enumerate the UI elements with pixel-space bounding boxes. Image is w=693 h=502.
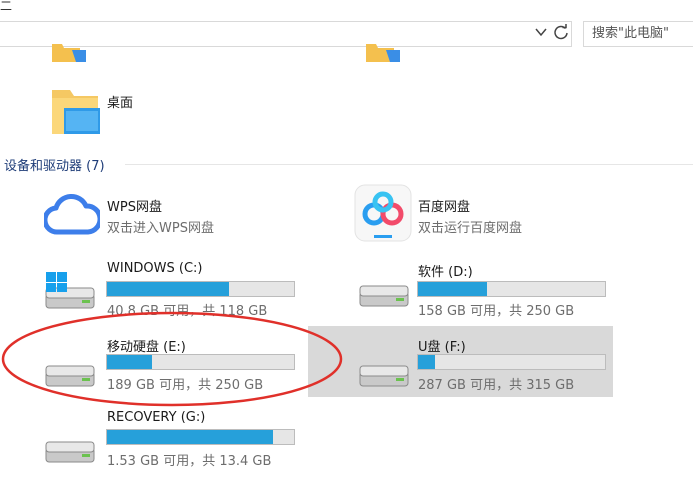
capacity-bar-fill [418, 282, 488, 296]
group-divider [125, 164, 693, 165]
window-title-fragment: 二 [0, 0, 13, 13]
tile-subtitle: 双击进入WPS网盘 [107, 221, 214, 236]
desktop-folder[interactable] [48, 84, 158, 140]
drive-usage: 287 GB 可用，共 315 GB [418, 378, 575, 393]
folder-icon[interactable] [360, 44, 400, 62]
address-row: 搜索"此电脑" [0, 17, 693, 51]
drive-usage: 189 GB 可用，共 250 GB [107, 378, 264, 393]
drive-label: WINDOWS (C:) [107, 261, 203, 276]
chevron-down-icon[interactable] [533, 24, 549, 40]
search-input[interactable]: 搜索"此电脑" [583, 21, 693, 47]
desktop-label: 桌面 [107, 96, 134, 111]
refresh-icon[interactable] [552, 23, 570, 41]
capacity-bar-fill [107, 355, 152, 369]
desktop-folder-icon [52, 90, 100, 134]
tile-subtitle: 双击运行百度网盘 [418, 221, 523, 236]
tile-title: WPS网盘 [107, 200, 162, 215]
capacity-bar [417, 281, 606, 297]
drive-label: RECOVERY (G:) [107, 410, 206, 425]
folder-icon[interactable] [46, 44, 86, 62]
capacity-bar-fill [107, 282, 229, 296]
hard-drive-icon [45, 441, 95, 463]
baidu-netdisk-icon [354, 184, 412, 242]
drive-label: U盘 (F:) [418, 340, 466, 355]
drive-usage: 40.8 GB 可用，共 118 GB [107, 304, 268, 319]
capacity-bar [106, 354, 295, 370]
windows-drive-icon [45, 272, 95, 309]
capacity-bar [417, 354, 606, 370]
devices-group-header[interactable]: 设备和驱动器 (7) [4, 155, 105, 174]
drive-label: 移动硬盘 (E:) [107, 340, 186, 355]
tile-baidu-cloud[interactable] [354, 184, 614, 246]
window-top-strip: 二 [0, 0, 693, 15]
tile-title: 百度网盘 [418, 200, 471, 215]
hard-drive-icon [359, 365, 409, 387]
hard-drive-icon [45, 365, 95, 387]
drive-usage: 158 GB 可用，共 250 GB [418, 304, 575, 319]
capacity-bar-fill [418, 355, 435, 369]
wps-cloud-icon [44, 194, 100, 235]
drive-usage: 1.53 GB 可用，共 13.4 GB [107, 454, 272, 469]
capacity-bar [106, 281, 295, 297]
capacity-bar [106, 429, 295, 445]
drive-label: 软件 (D:) [418, 265, 473, 280]
hard-drive-icon [359, 285, 409, 307]
capacity-bar-fill [107, 430, 274, 444]
